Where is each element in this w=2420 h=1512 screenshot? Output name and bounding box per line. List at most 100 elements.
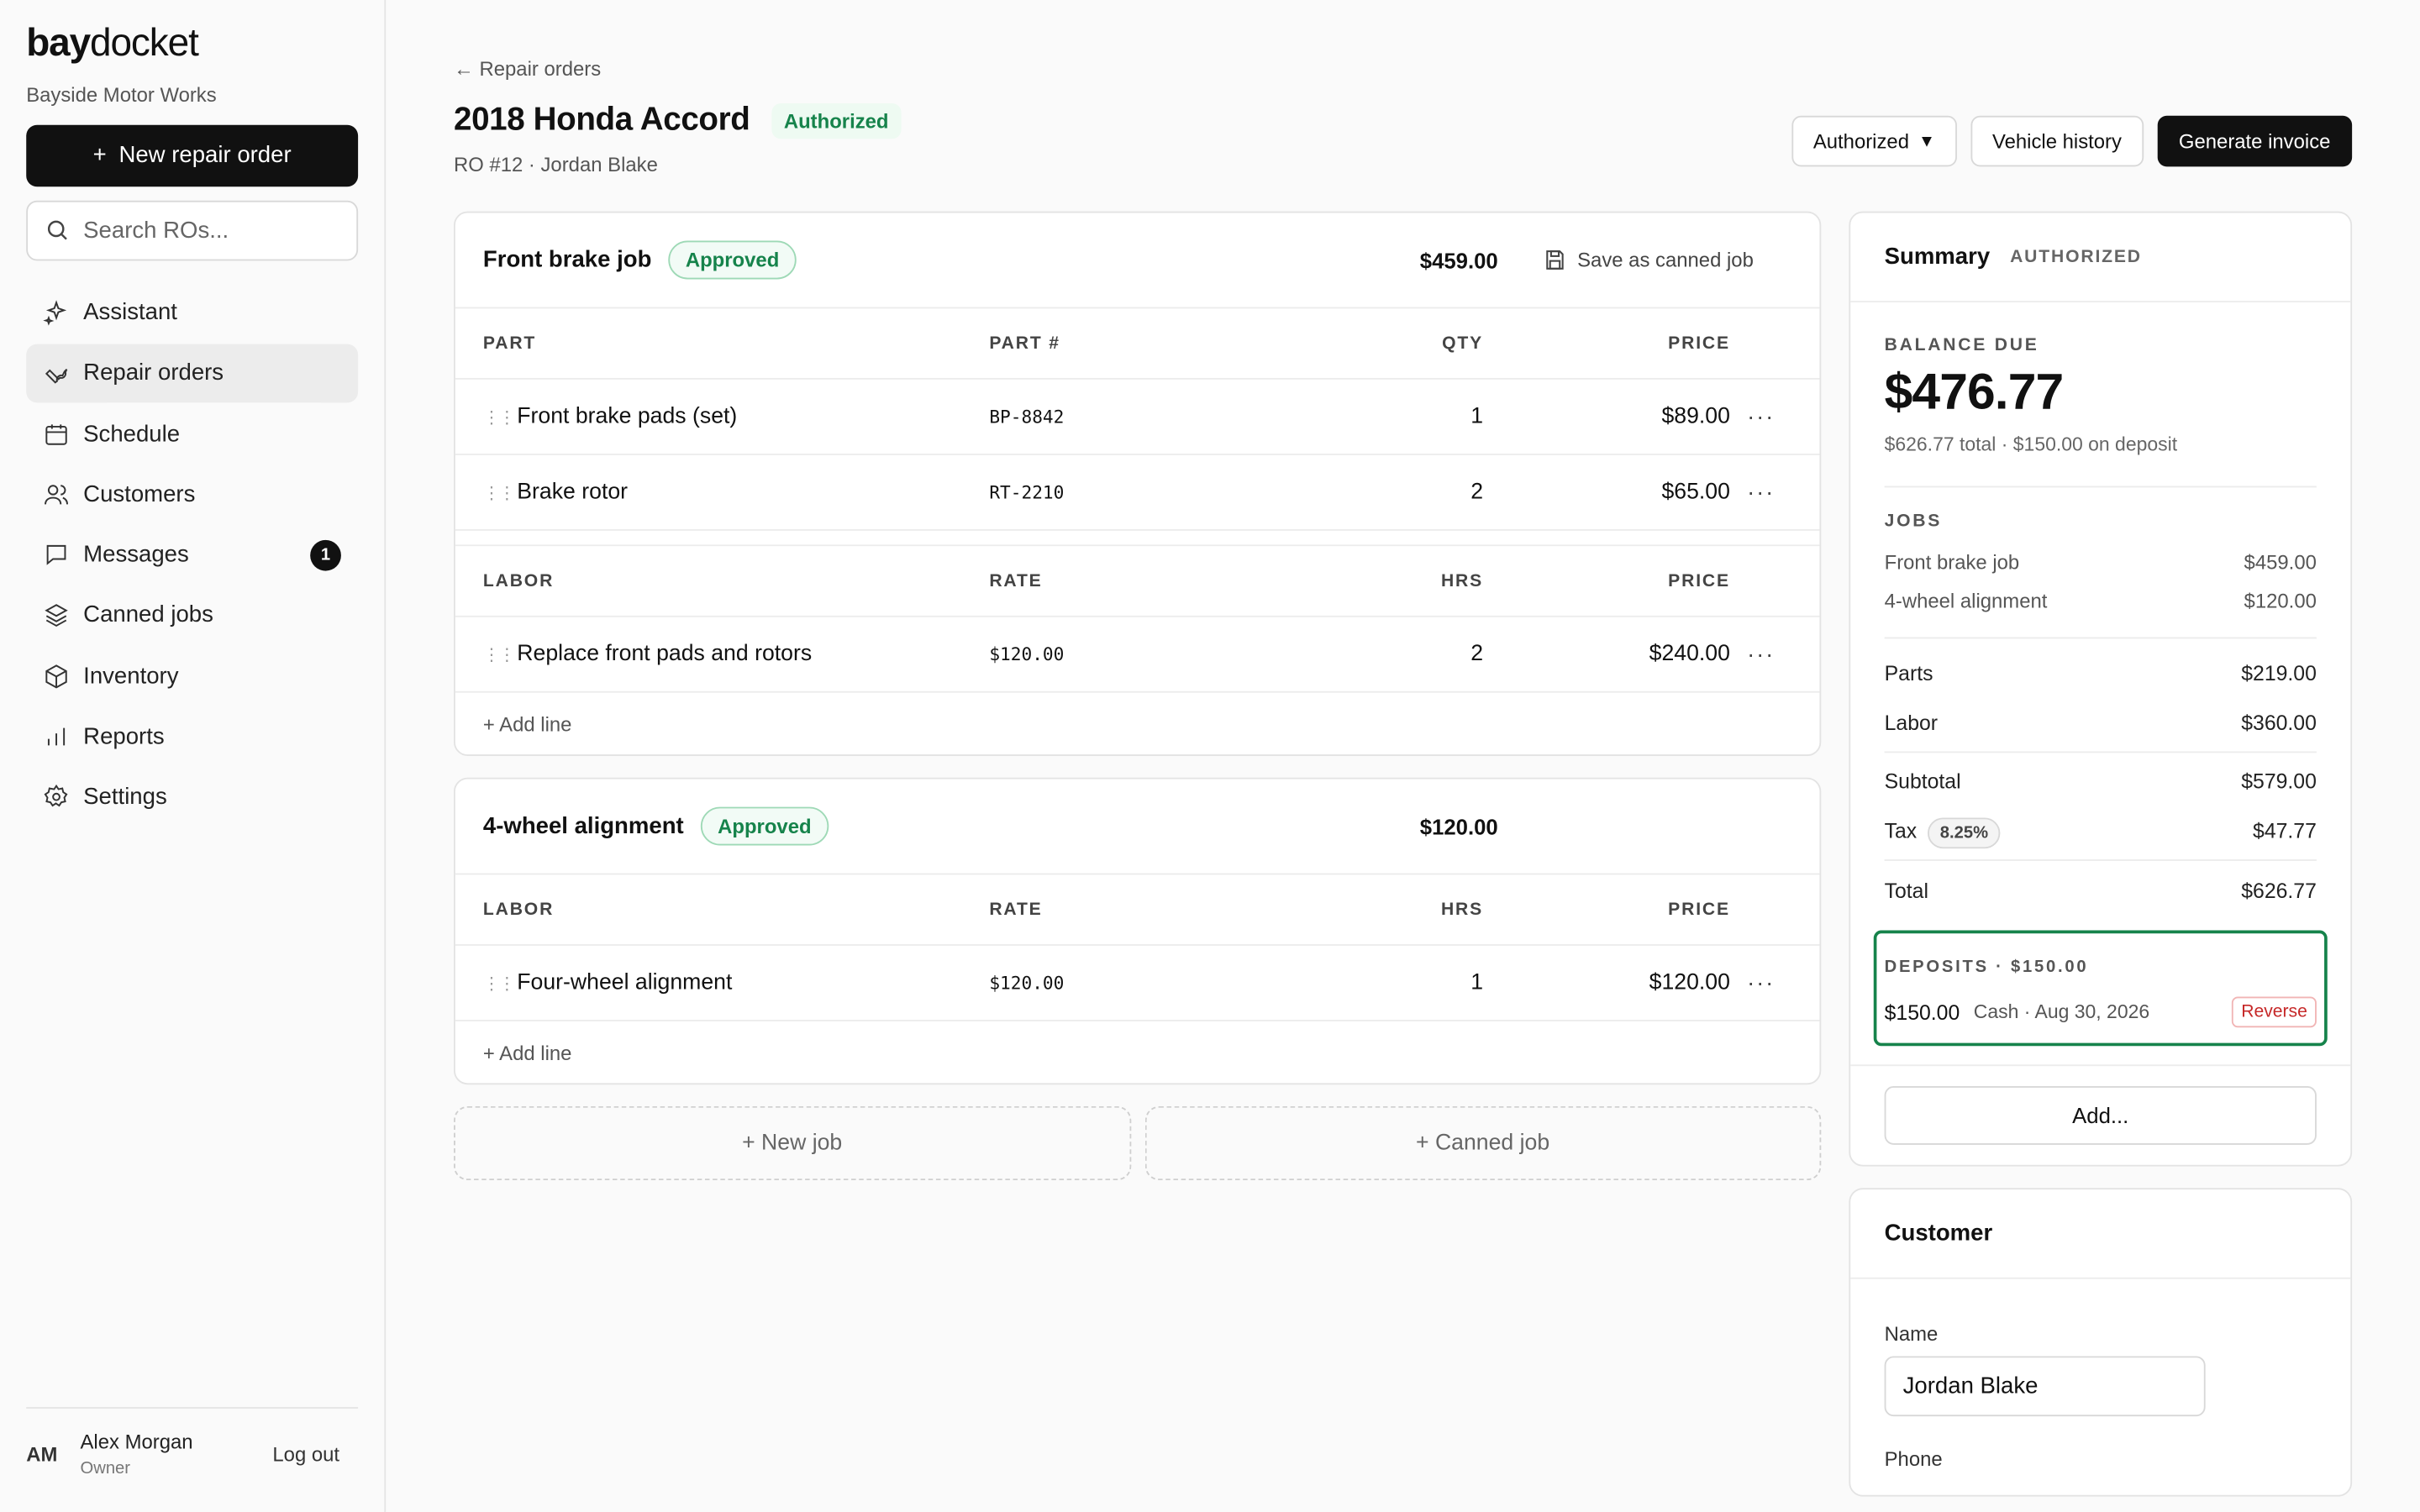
status-select[interactable]: Authorized ▼ xyxy=(1791,115,1957,167)
plus-icon: + xyxy=(92,141,107,169)
search-input[interactable] xyxy=(83,217,331,244)
drag-handle-icon[interactable]: ⋮⋮ xyxy=(483,973,516,993)
balance-due-label: BALANCE DUE xyxy=(1884,336,2039,355)
canned-job-button[interactable]: + Canned job xyxy=(1144,1105,1822,1181)
sparkle-icon xyxy=(43,300,67,326)
sidebar-item-inventory[interactable]: Inventory xyxy=(26,647,358,706)
save-as-canned-job-button[interactable]: Save as canned job xyxy=(1544,249,1754,271)
name-label: Name xyxy=(1884,1322,1939,1346)
back-link[interactable]: ← Repair orders xyxy=(454,57,2420,81)
users-icon xyxy=(45,485,69,505)
summary-job-row: 4-wheel alignment $120.00 xyxy=(1884,589,2317,613)
more-options-icon[interactable]: ··· xyxy=(1730,403,1791,429)
col-header-part-number: PART # xyxy=(989,333,1060,353)
sidebar-item-assistant[interactable]: Assistant xyxy=(26,283,358,342)
chat-icon xyxy=(46,545,66,566)
balance-note: $626.77 total · $150.00 on deposit xyxy=(1884,433,2178,455)
phone-label: Phone xyxy=(1884,1446,1943,1471)
labor-row: Labor $360.00 xyxy=(1884,710,2317,734)
reverse-deposit-button[interactable]: Reverse xyxy=(2232,996,2317,1028)
box-icon xyxy=(45,664,67,689)
job-name[interactable]: Front brake job xyxy=(483,247,652,273)
tax-row: Tax 8.25% $47.77 xyxy=(1885,806,2317,855)
sidebar-item-canned-jobs[interactable]: Canned jobs xyxy=(26,586,358,645)
sidebar-item-messages[interactable]: Messages 1 xyxy=(26,526,358,585)
col-header-labor: LABOR xyxy=(482,571,555,591)
drag-handle-icon[interactable]: ⋮⋮ xyxy=(483,644,516,664)
new-repair-order-button[interactable]: + New repair order xyxy=(26,123,359,186)
sidebar-nav: Assistant Repair orders Schedule Custome… xyxy=(26,283,359,827)
avatar: AM xyxy=(26,1442,58,1466)
customer-card: Customer Name Phone xyxy=(1849,1188,2353,1497)
calendar-icon xyxy=(45,423,67,444)
tax-rate-badge: 8.25% xyxy=(1928,816,2001,848)
job-total: $459.00 xyxy=(1419,247,1498,273)
summary-title: Summary xyxy=(1884,244,1991,270)
sidebar-item-schedule[interactable]: Schedule xyxy=(26,404,358,463)
add-payment-button[interactable]: Add... xyxy=(1884,1086,2317,1145)
vehicle-history-button[interactable]: Vehicle history xyxy=(1970,115,2144,167)
summary-job-row: Front brake job $459.00 xyxy=(1884,550,2317,575)
right-column: Summary AUTHORIZED BALANCE DUE $476.77 $… xyxy=(1849,211,2353,1497)
job-status-badge: Approved xyxy=(700,806,829,846)
col-header-hrs: HRS xyxy=(1440,900,1484,919)
more-options-icon[interactable]: ··· xyxy=(1730,479,1791,505)
jobs-label: JOBS xyxy=(1884,512,1943,531)
caret-down-icon: ▼ xyxy=(1918,132,1936,151)
shop-name: Bayside Motor Works xyxy=(26,82,217,106)
table-row[interactable]: ⋮⋮ Brake rotor RT-2210 2 $65.00 ··· xyxy=(455,455,1820,531)
col-header-price: PRICE xyxy=(1668,571,1730,591)
col-header-rate: RATE xyxy=(989,900,1043,919)
status-badge: Authorized xyxy=(771,102,902,139)
job-name[interactable]: 4-wheel alignment xyxy=(483,813,684,839)
sidebar: baydocket Bayside Motor Works + New repa… xyxy=(0,0,387,1512)
customer-name-field[interactable] xyxy=(1884,1356,2206,1417)
sidebar-item-settings[interactable]: Settings xyxy=(26,768,358,827)
layers-icon xyxy=(45,604,68,627)
jobs-column: Front brake job Approved $459.00 Save as… xyxy=(453,211,1822,1181)
wrench-icon xyxy=(45,369,68,385)
add-line-button[interactable]: + Add line xyxy=(455,1021,1820,1083)
job-card: Front brake job Approved $459.00 Save as… xyxy=(453,211,1822,756)
page-title: 2018 Honda Accord xyxy=(453,102,750,138)
job-total: $120.00 xyxy=(1419,813,1498,839)
subtotal-row: Subtotal $579.00 xyxy=(1884,769,2317,793)
col-header-rate: RATE xyxy=(989,571,1043,591)
table-row[interactable]: ⋮⋮ Front brake pads (set) BP-8842 1 $89.0… xyxy=(455,380,1820,455)
deposits-label: DEPOSITS · $150.00 xyxy=(1884,958,2089,977)
col-header-labor: LABOR xyxy=(482,900,555,919)
save-icon xyxy=(1546,250,1564,270)
col-header-qty: QTY xyxy=(1442,333,1484,353)
col-header-price: PRICE xyxy=(1668,900,1730,919)
deposits-panel: DEPOSITS · $150.00 $150.00 Cash · Aug 30… xyxy=(1873,930,2328,1047)
customer-title: Customer xyxy=(1884,1220,1993,1247)
new-job-button[interactable]: + New job xyxy=(453,1105,1131,1181)
drag-handle-icon[interactable]: ⋮⋮ xyxy=(483,482,516,502)
bar-chart-icon xyxy=(47,727,66,746)
logout-button[interactable]: Log out xyxy=(272,1442,339,1466)
header-actions: Authorized ▼ Vehicle history Generate in… xyxy=(1791,115,2353,167)
user-row: AM Alex Morgan Owner Log out xyxy=(26,1407,359,1478)
job-status-badge: Approved xyxy=(668,240,797,280)
gear-icon xyxy=(44,785,68,808)
user-role: Owner xyxy=(80,1459,131,1478)
sidebar-item-customers[interactable]: Customers xyxy=(26,465,358,524)
more-options-icon[interactable]: ··· xyxy=(1730,641,1791,667)
table-row[interactable]: ⋮⋮ Four-wheel alignment $120.00 1 $120.00… xyxy=(455,946,1820,1021)
add-line-button[interactable]: + Add line xyxy=(455,693,1820,754)
table-row[interactable]: ⋮⋮ Replace front pads and rotors $120.00 … xyxy=(455,617,1820,693)
drag-handle-icon[interactable]: ⋮⋮ xyxy=(483,407,516,427)
more-options-icon[interactable]: ··· xyxy=(1730,969,1791,995)
brand-logo[interactable]: baydocket xyxy=(26,22,358,66)
search-box[interactable] xyxy=(26,199,359,260)
sidebar-item-repair-orders[interactable]: Repair orders xyxy=(26,344,359,403)
total-row: Total $626.77 xyxy=(1884,879,2317,902)
col-header-part: PART xyxy=(482,333,537,353)
deposit-row: $150.00 Cash · Aug 30, 2026 Reverse xyxy=(1885,996,2317,1028)
messages-count-badge: 1 xyxy=(310,539,341,571)
labor-header-row: LABOR RATE HRS PRICE xyxy=(455,874,1820,946)
col-header-hrs: HRS xyxy=(1440,571,1484,591)
generate-invoice-button[interactable]: Generate invoice xyxy=(2157,115,2353,167)
user-name: Alex Morgan xyxy=(80,1430,193,1454)
sidebar-item-reports[interactable]: Reports xyxy=(26,707,358,766)
